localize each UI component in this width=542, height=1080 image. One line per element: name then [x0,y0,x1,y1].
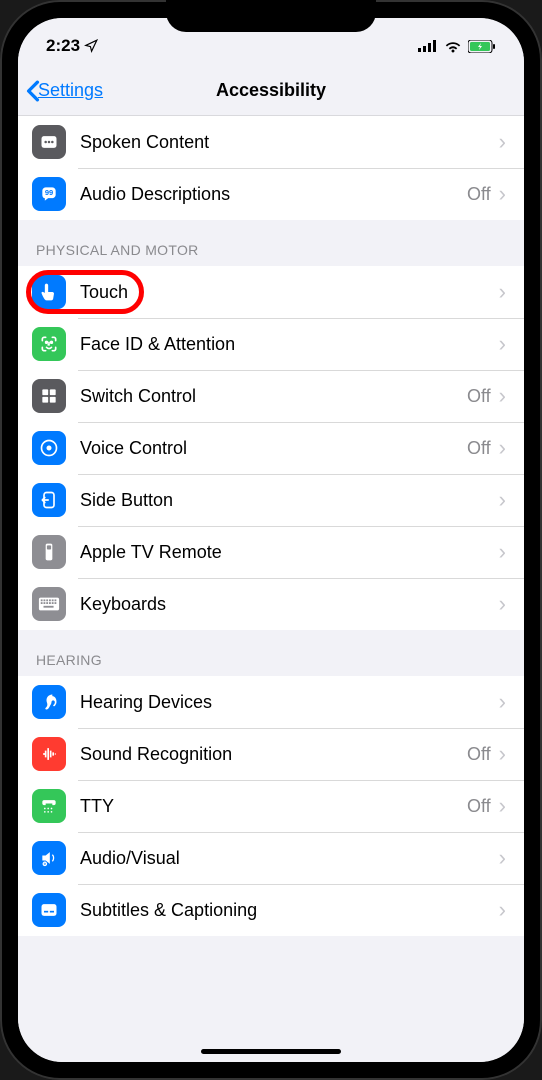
row-label: Audio Descriptions [80,184,467,205]
row-label: Apple TV Remote [80,542,491,563]
row-keyboards[interactable]: Keyboards › [18,578,524,630]
row-side-button[interactable]: Side Button › [18,474,524,526]
status-time: 2:23 [46,36,80,56]
screen: 2:23 Settings Accessibility [18,18,524,1062]
section-header-hearing: Hearing [18,630,524,676]
row-label: Touch [80,282,491,303]
row-group-top: Spoken Content › 99 Audio Descriptions O… [18,116,524,220]
spoken-content-icon [32,125,66,159]
row-label: Side Button [80,490,491,511]
chevron-right-icon: › [499,847,506,869]
chevron-right-icon: › [499,131,506,153]
battery-icon [468,40,496,53]
phone-frame: 2:23 Settings Accessibility [0,0,542,1080]
tty-icon [32,789,66,823]
chevron-right-icon: › [499,437,506,459]
row-label: TTY [80,796,467,817]
back-label: Settings [38,80,103,101]
row-apple-tv-remote[interactable]: Apple TV Remote › [18,526,524,578]
hearing-devices-icon [32,685,66,719]
chevron-right-icon: › [499,743,506,765]
touch-icon [32,275,66,309]
audio-visual-icon [32,841,66,875]
chevron-right-icon: › [499,541,506,563]
side-button-icon [32,483,66,517]
chevron-right-icon: › [499,385,506,407]
row-label: Hearing Devices [80,692,491,713]
chevron-right-icon: › [499,489,506,511]
home-indicator[interactable] [201,1049,341,1054]
row-value: Off [467,184,491,205]
row-face-id[interactable]: Face ID & Attention › [18,318,524,370]
row-value: Off [467,438,491,459]
back-button[interactable]: Settings [26,80,103,102]
audio-descriptions-icon: 99 [32,177,66,211]
row-label: Voice Control [80,438,467,459]
row-label: Audio/Visual [80,848,491,869]
row-sound-recognition[interactable]: Sound Recognition Off › [18,728,524,780]
row-voice-control[interactable]: Voice Control Off › [18,422,524,474]
chevron-right-icon: › [499,281,506,303]
subtitles-icon [32,893,66,927]
row-label: Face ID & Attention [80,334,491,355]
switch-control-icon [32,379,66,413]
signal-icon [418,40,438,52]
chevron-right-icon: › [499,593,506,615]
face-id-icon [32,327,66,361]
svg-text:99: 99 [45,188,53,197]
voice-control-icon [32,431,66,465]
row-audio-visual[interactable]: Audio/Visual › [18,832,524,884]
row-subtitles[interactable]: Subtitles & Captioning › [18,884,524,936]
row-audio-descriptions[interactable]: 99 Audio Descriptions Off › [18,168,524,220]
row-hearing-devices[interactable]: Hearing Devices › [18,676,524,728]
row-value: Off [467,386,491,407]
wifi-icon [444,40,462,53]
row-group-hearing: Hearing Devices › Sound Recognition Off … [18,676,524,936]
row-spoken-content[interactable]: Spoken Content › [18,116,524,168]
row-value: Off [467,796,491,817]
chevron-right-icon: › [499,183,506,205]
row-switch-control[interactable]: Switch Control Off › [18,370,524,422]
location-icon [84,39,98,53]
chevron-right-icon: › [499,899,506,921]
row-value: Off [467,744,491,765]
row-touch[interactable]: Touch › [18,266,524,318]
row-label: Spoken Content [80,132,491,153]
notch [166,0,376,32]
row-tty[interactable]: TTY Off › [18,780,524,832]
section-header-physical: Physical and Motor [18,220,524,266]
nav-bar: Settings Accessibility [18,66,524,116]
chevron-right-icon: › [499,333,506,355]
row-group-physical: Touch › Face ID & Attention › Sw [18,266,524,630]
row-label: Keyboards [80,594,491,615]
row-label: Switch Control [80,386,467,407]
apple-tv-remote-icon [32,535,66,569]
chevron-right-icon: › [499,795,506,817]
row-label: Sound Recognition [80,744,467,765]
sound-recognition-icon [32,737,66,771]
content-scroll[interactable]: Spoken Content › 99 Audio Descriptions O… [18,116,524,1062]
row-label: Subtitles & Captioning [80,900,491,921]
keyboards-icon [32,587,66,621]
chevron-right-icon: › [499,691,506,713]
